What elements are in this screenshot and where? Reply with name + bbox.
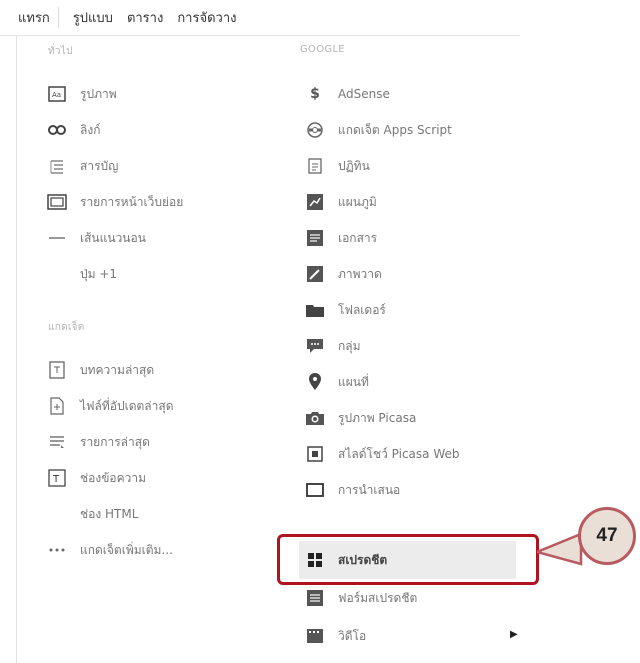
insert-horizontal-line-label: เส้นแนวนอน bbox=[80, 230, 146, 245]
insert-recent-posts-label: บทความล่าสุด bbox=[80, 362, 155, 377]
insert-apps-script-item[interactable]: แกดเจ็ต Apps Script bbox=[304, 112, 452, 148]
insert-group-label: กลุ่ม bbox=[338, 338, 361, 353]
tab-table[interactable]: ตาราง bbox=[127, 7, 163, 28]
insert-html-box-label: ช่อง HTML bbox=[80, 506, 139, 521]
insert-image-label: รูปภาพ bbox=[80, 86, 117, 101]
insert-map-label: แผนที่ bbox=[338, 374, 369, 389]
insert-picasa-photo-label: รูปภาพ Picasa bbox=[338, 410, 417, 425]
insert-presentation-item[interactable]: การนำเสนอ bbox=[304, 472, 400, 508]
map-pin-icon bbox=[304, 371, 326, 393]
insert-chart-item[interactable]: แผนภูมิ bbox=[304, 184, 377, 220]
recent-posts-icon bbox=[46, 359, 68, 381]
insert-image-item[interactable]: Aa รูปภาพ bbox=[46, 76, 117, 112]
insert-adsense-item[interactable]: $ AdSense bbox=[304, 76, 390, 112]
insert-document-item[interactable]: เอกสาร bbox=[304, 220, 377, 256]
insert-plus-one-item[interactable]: ปุ่ม +1 bbox=[46, 256, 117, 292]
insert-presentation-label: การนำเสนอ bbox=[338, 482, 401, 497]
svg-text:Aa: Aa bbox=[52, 91, 61, 99]
text-box-icon: T bbox=[46, 467, 68, 489]
tab-insert[interactable]: แทรก bbox=[18, 7, 59, 28]
insert-recent-list-item[interactable]: รายการล่าสุด bbox=[46, 424, 150, 460]
folder-icon bbox=[304, 299, 326, 321]
insert-recent-posts-item[interactable]: บทความล่าสุด bbox=[46, 352, 154, 388]
insert-adsense-label: AdSense bbox=[338, 87, 390, 101]
calendar-icon bbox=[304, 155, 326, 177]
insert-text-box-item[interactable]: T ช่องข้อความ bbox=[46, 460, 146, 496]
insert-horizontal-line-item[interactable]: เส้นแนวนอน bbox=[46, 220, 146, 256]
video-icon bbox=[304, 625, 326, 647]
form-icon bbox=[304, 587, 326, 609]
section-gadgets-title: แกดเจ็ต bbox=[48, 322, 85, 333]
horizontal-line-icon bbox=[46, 227, 68, 249]
insert-calendar-item[interactable]: ปฏิทิน bbox=[304, 148, 370, 184]
insert-picasa-photo-item[interactable]: รูปภาพ Picasa bbox=[304, 400, 416, 436]
insert-folder-label: โฟลเดอร์ bbox=[338, 302, 386, 317]
recent-files-icon bbox=[46, 395, 68, 417]
insert-more-gadgets-label: แกดเจ็ตเพิ่มเติม... bbox=[80, 542, 173, 557]
document-icon bbox=[304, 227, 326, 249]
insert-folder-item[interactable]: โฟลเดอร์ bbox=[304, 292, 386, 328]
menu-left-border bbox=[16, 36, 17, 663]
apps-script-icon bbox=[304, 119, 326, 141]
insert-recent-list-label: รายการล่าสุด bbox=[80, 434, 150, 449]
submenu-arrow-icon: ▶ bbox=[510, 629, 518, 640]
insert-link-item[interactable]: ลิงก์ bbox=[46, 112, 100, 148]
insert-toc-item[interactable]: สารบัญ bbox=[46, 148, 118, 184]
svg-text:T: T bbox=[52, 474, 60, 485]
section-google-title: GOOGLE bbox=[300, 44, 345, 55]
section-basic-title: ทั่วไป bbox=[48, 46, 73, 57]
insert-text-box-label: ช่องข้อความ bbox=[80, 470, 147, 485]
dollar-icon: $ bbox=[310, 86, 320, 102]
presentation-icon bbox=[304, 479, 326, 501]
menu-bar: แทรก รูปแบบ ตาราง การจัดวาง bbox=[0, 0, 520, 36]
subpage-list-icon bbox=[46, 191, 68, 213]
slideshow-icon bbox=[304, 443, 326, 465]
insert-chart-label: แผนภูมิ bbox=[338, 194, 377, 209]
insert-more-gadgets-item[interactable]: แกดเจ็ตเพิ่มเติม... bbox=[46, 532, 173, 568]
tab-layout[interactable]: การจัดวาง bbox=[177, 7, 236, 28]
toc-icon bbox=[46, 155, 68, 177]
insert-toc-label: สารบัญ bbox=[80, 158, 119, 173]
callout-highlight-box bbox=[277, 534, 539, 585]
more-icon bbox=[46, 539, 68, 561]
insert-html-box-item[interactable]: ช่อง HTML bbox=[46, 496, 138, 532]
insert-link-label: ลิงก์ bbox=[80, 122, 101, 137]
insert-document-label: เอกสาร bbox=[338, 230, 378, 245]
insert-subpage-list-item[interactable]: รายการหน้าเว็บย่อย bbox=[46, 184, 183, 220]
chart-icon bbox=[304, 191, 326, 213]
insert-drawing-item[interactable]: ภาพวาด bbox=[304, 256, 382, 292]
callout-number-badge: 47 bbox=[578, 507, 636, 565]
insert-recent-files-label: ไฟล์ที่อัปเดตล่าสุด bbox=[80, 398, 174, 413]
insert-spreadsheet-form-label: ฟอร์มสเปรดชีต bbox=[338, 590, 418, 605]
insert-plus-one-label: ปุ่ม +1 bbox=[80, 266, 118, 281]
group-icon bbox=[304, 335, 326, 357]
insert-video-label: วิดีโอ bbox=[338, 628, 367, 643]
drawing-icon bbox=[304, 263, 326, 285]
insert-spreadsheet-form-item[interactable]: ฟอร์มสเปรดชีต bbox=[304, 580, 417, 616]
insert-recent-files-item[interactable]: ไฟล์ที่อัปเดตล่าสุด bbox=[46, 388, 174, 424]
insert-drawing-label: ภาพวาด bbox=[338, 266, 382, 281]
insert-calendar-label: ปฏิทิน bbox=[338, 158, 370, 173]
tab-format[interactable]: รูปแบบ bbox=[73, 7, 113, 28]
link-icon bbox=[46, 119, 68, 141]
recent-list-icon bbox=[46, 431, 68, 453]
insert-map-item[interactable]: แผนที่ bbox=[304, 364, 369, 400]
insert-video-item[interactable]: วิดีโอ ▶ bbox=[304, 618, 524, 654]
insert-apps-script-label: แกดเจ็ต Apps Script bbox=[338, 122, 452, 137]
insert-picasa-slideshow-label: สไลด์โชว์ Picasa Web bbox=[338, 446, 460, 461]
image-icon: Aa bbox=[46, 83, 68, 105]
insert-picasa-slideshow-item[interactable]: สไลด์โชว์ Picasa Web bbox=[304, 436, 460, 472]
camera-icon bbox=[304, 407, 326, 429]
insert-subpage-list-label: รายการหน้าเว็บย่อย bbox=[80, 194, 184, 209]
insert-group-item[interactable]: กลุ่ม bbox=[304, 328, 361, 364]
